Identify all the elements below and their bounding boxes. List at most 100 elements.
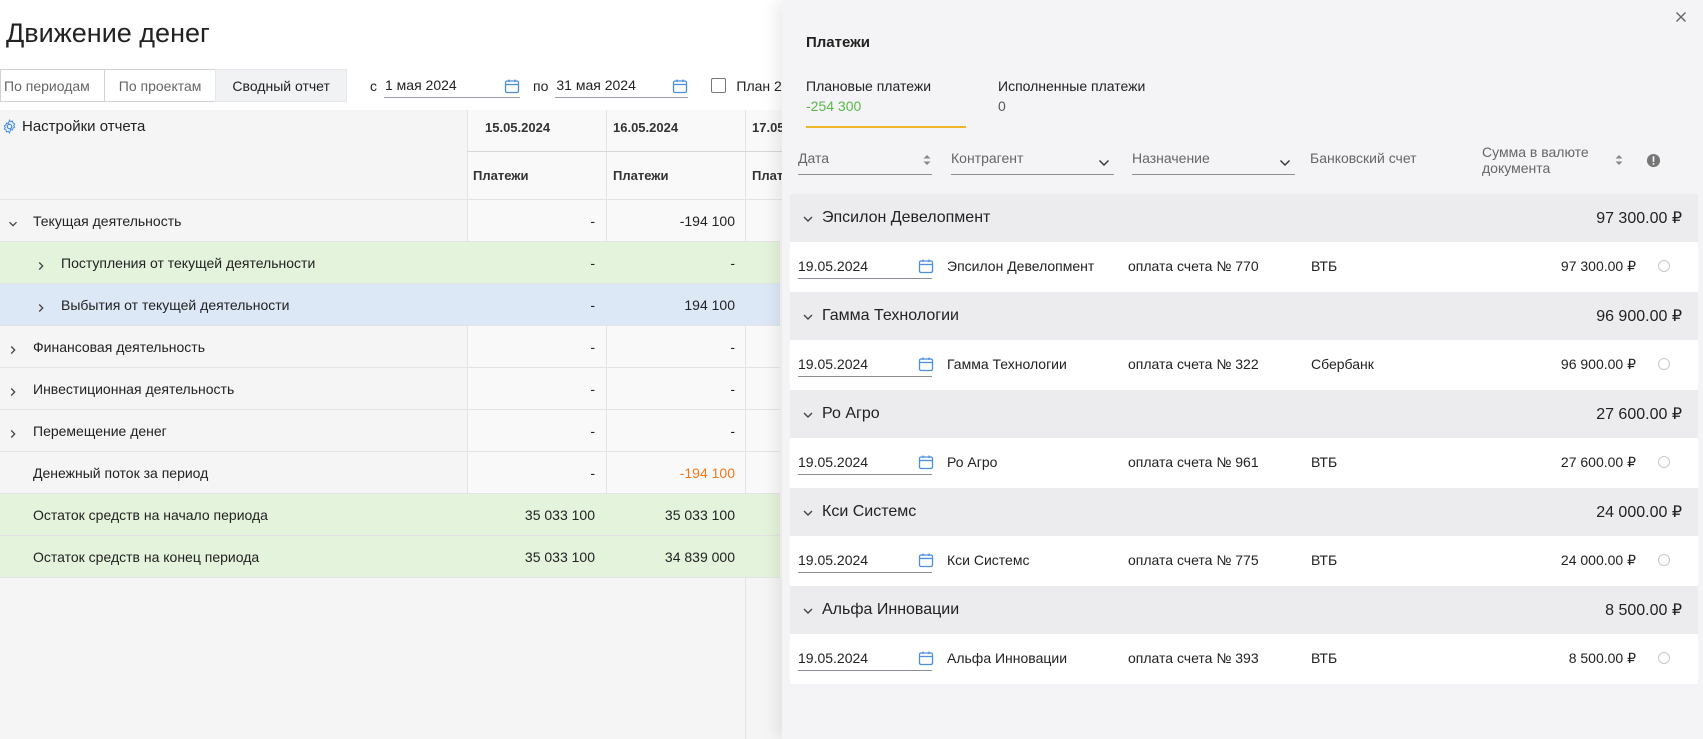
chevron-down-icon[interactable]: [802, 408, 814, 420]
payment-date[interactable]: 19.05.2024: [798, 356, 868, 372]
sort-icon[interactable]: [1614, 153, 1624, 170]
calendar-icon[interactable]: [918, 454, 934, 473]
group-name: Гамма Технологии: [822, 307, 959, 324]
date-underline: [798, 670, 932, 671]
row-investment-activity[interactable]: Инвестиционная деятельность - -: [0, 368, 780, 410]
row-financial-activity[interactable]: Финансовая деятельность - -: [0, 326, 780, 368]
row-value: 194 100: [684, 296, 735, 313]
close-icon[interactable]: [1675, 10, 1689, 24]
payment-group[interactable]: Ро Агро 27 600.00 ₽: [790, 390, 1698, 438]
payment-purpose: оплата счета № 775: [1128, 552, 1259, 568]
view-tabs: По периодам По проектам Сводный отчет: [0, 69, 347, 102]
calendar-icon[interactable]: [918, 356, 934, 375]
plan-checkbox[interactable]: [711, 78, 727, 93]
chevron-right-icon[interactable]: [8, 426, 18, 438]
payment-counterparty: Эпсилон Девелопмент: [947, 258, 1095, 274]
payment-date[interactable]: 19.05.2024: [798, 258, 868, 274]
chevron-right-icon[interactable]: [8, 384, 18, 396]
column-date-17: 17.05: [752, 120, 785, 135]
select-radio[interactable]: [1658, 456, 1670, 468]
from-label: с: [370, 77, 377, 94]
header-sum-label: Сумма в валюте документа: [1482, 144, 1589, 176]
tab-by-periods[interactable]: По периодам: [0, 69, 105, 102]
tab-by-projects[interactable]: По проектам: [103, 69, 217, 102]
select-radio[interactable]: [1658, 260, 1670, 272]
to-label: по: [533, 77, 549, 94]
chevron-down-icon[interactable]: [802, 506, 814, 518]
group-sum: 96 900.00 ₽: [1596, 308, 1682, 325]
row-value: -: [590, 338, 595, 355]
to-date-field[interactable]: 31 мая 2024: [555, 74, 689, 98]
column-date-15: 15.05.2024: [485, 120, 551, 135]
payment-row[interactable]: 19.05.2024 Кси Системс оплата счета № 77…: [790, 536, 1698, 586]
header-counterparty[interactable]: Контрагент: [951, 150, 1023, 166]
from-date-field[interactable]: 1 мая 2024: [384, 74, 520, 98]
select-radio[interactable]: [1658, 652, 1670, 664]
row-value: 35 033 100: [524, 506, 595, 523]
active-tab-indicator: [806, 126, 966, 128]
payment-date[interactable]: 19.05.2024: [798, 454, 868, 470]
chevron-right-icon[interactable]: [36, 300, 46, 312]
header-date[interactable]: Дата: [798, 150, 829, 166]
chevron-right-icon[interactable]: [8, 342, 18, 354]
row-value: -: [590, 254, 595, 271]
tab-summary-report[interactable]: Сводный отчет: [215, 69, 347, 102]
select-radio[interactable]: [1658, 554, 1670, 566]
row-value: -: [730, 338, 735, 355]
report-settings-button[interactable]: Настройки отчета: [2, 118, 145, 135]
tab-planned-payments[interactable]: Плановые платежи -254 300: [806, 78, 931, 114]
grid-empty-area: [0, 578, 782, 739]
chevron-down-icon[interactable]: [1279, 155, 1291, 171]
row-label: Остаток средств на начало периода: [33, 506, 268, 523]
payment-group[interactable]: Кси Системс 24 000.00 ₽: [790, 488, 1698, 536]
payment-account: ВТБ: [1311, 552, 1338, 568]
column-divider: [745, 578, 746, 739]
row-value: -: [590, 296, 595, 313]
chevron-down-icon[interactable]: [1098, 155, 1110, 171]
chevron-down-icon[interactable]: [802, 212, 814, 224]
date-underline: [798, 572, 932, 573]
header-purpose[interactable]: Назначение: [1132, 150, 1210, 166]
calendar-icon[interactable]: [918, 258, 934, 277]
row-operating-outflows[interactable]: Выбытия от текущей деятельности - 194 10…: [0, 284, 780, 326]
calendar-icon[interactable]: [918, 552, 934, 571]
row-label: Инвестиционная деятельность: [33, 380, 235, 397]
chevron-right-icon[interactable]: [36, 258, 46, 270]
payment-row[interactable]: 19.05.2024 Альфа Инновации оплата счета …: [790, 634, 1698, 684]
group-name: Ро Агро: [822, 405, 880, 422]
payment-counterparty: Кси Системс: [947, 552, 1030, 568]
tab-executed-payments[interactable]: Исполненные платежи 0: [998, 78, 1145, 114]
payment-date[interactable]: 19.05.2024: [798, 650, 868, 666]
calendar-icon[interactable]: [918, 650, 934, 669]
payment-group[interactable]: Гамма Технологии 96 900.00 ₽: [790, 292, 1698, 340]
header-date-underline: [798, 174, 932, 175]
payment-row[interactable]: 19.05.2024 Гамма Технологии оплата счета…: [790, 340, 1698, 390]
select-radio[interactable]: [1658, 358, 1670, 370]
row-opening-balance: Остаток средств на начало периода 35 033…: [0, 494, 780, 536]
payment-purpose: оплата счета № 961: [1128, 454, 1259, 470]
chevron-down-icon[interactable]: [8, 216, 18, 227]
header-account-label: Банковский счет: [1310, 150, 1417, 166]
chevron-down-icon[interactable]: [802, 310, 814, 322]
payment-date[interactable]: 19.05.2024: [798, 552, 868, 568]
row-value: 34 839 000: [664, 548, 735, 565]
calendar-icon[interactable]: [672, 78, 688, 94]
payment-group[interactable]: Эпсилон Девелопмент 97 300.00 ₽: [790, 194, 1698, 242]
payment-group[interactable]: Альфа Инновации 8 500.00 ₽: [790, 586, 1698, 634]
report-settings-label: Настройки отчета: [22, 118, 146, 135]
payment-row[interactable]: 19.05.2024 Эпсилон Девелопмент оплата сч…: [790, 242, 1698, 292]
row-money-transfer[interactable]: Перемещение денег - -: [0, 410, 780, 452]
calendar-icon[interactable]: [504, 78, 520, 94]
row-operating-inflows[interactable]: Поступления от текущей деятельности - -: [0, 242, 780, 284]
payment-row[interactable]: 19.05.2024 Ро Агро оплата счета № 961 ВТ…: [790, 438, 1698, 488]
header-sum[interactable]: Сумма в валюте документа: [1482, 144, 1602, 176]
chevron-down-icon[interactable]: [802, 604, 814, 616]
report-area: Движение денег По периодам По проектам С…: [0, 0, 785, 739]
sort-icon[interactable]: [922, 153, 932, 170]
row-value: 35 033 100: [664, 506, 735, 523]
row-current-activity[interactable]: Текущая деятельность - -194 100: [0, 200, 780, 242]
info-icon[interactable]: [1646, 153, 1661, 171]
column-sub-payments: Плат: [752, 168, 784, 183]
to-date-value: 31 мая 2024: [556, 77, 636, 93]
group-sum: 8 500.00 ₽: [1605, 602, 1682, 619]
